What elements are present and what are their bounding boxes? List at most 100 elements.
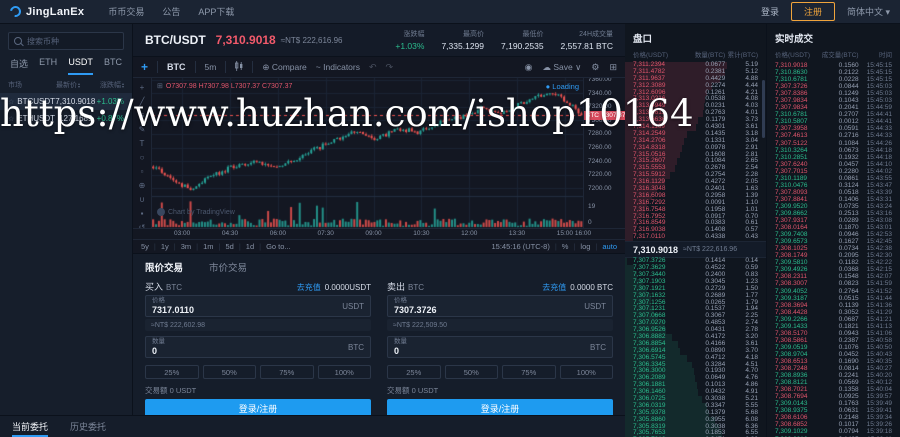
trade-time: 15:41:29 (859, 309, 892, 316)
percent-button-100%[interactable]: 100% (318, 365, 372, 379)
orderbook-mid-price: 7,310.9018 ≈NT$ 222,616.96 (625, 241, 766, 258)
market-tab-自选[interactable]: 自选 (10, 57, 28, 75)
trade-time: 15:43:01 (859, 224, 892, 231)
divider (225, 61, 226, 73)
text-icon[interactable]: T (140, 140, 145, 148)
buy-balance: 0.0000USDT (325, 283, 371, 292)
orders-tab-当前委托[interactable]: 当前委托 (12, 420, 48, 437)
measure-icon[interactable]: ▫ (141, 168, 144, 176)
market-pair-row[interactable]: ☆BTCUSDT7,310.9018+1.03% (0, 93, 132, 110)
time-axis[interactable]: 03:0004:3006:0007:3009:0010:3012:0013:30… (133, 229, 625, 240)
order-tab-市价交易[interactable]: 市价交易 (209, 260, 247, 274)
tradingview-logo-icon (157, 208, 165, 216)
redo-icon[interactable]: ↷ (386, 62, 394, 72)
nav-item-币币交易[interactable]: 币币交易 (108, 5, 144, 18)
sell-price-input[interactable]: 价格7307.3726 USDT (387, 295, 613, 317)
trade-price: 7,308.3007 (775, 280, 821, 287)
chart-settings-icon[interactable]: ⚙ (591, 62, 599, 72)
col-last-price[interactable]: 最新价▴▾ (56, 80, 100, 90)
trade-row: 7,309.65730.162715:42:45 (767, 238, 900, 245)
trade-price: 7,309.0519 (775, 344, 821, 351)
lock-icon[interactable]: ▪ (141, 210, 144, 218)
percent-button-25%[interactable]: 25% (145, 365, 199, 379)
candlestick-canvas[interactable] (152, 78, 583, 228)
range-1m[interactable]: 1m (203, 242, 213, 251)
register-button[interactable]: 注册 (791, 2, 835, 21)
shapes-icon[interactable]: ○ (140, 154, 145, 162)
order-tab-限价交易[interactable]: 限价交易 (145, 260, 183, 274)
save-button[interactable]: ☁ Save ∨ (543, 62, 582, 73)
log-scale-button[interactable]: log (580, 242, 590, 251)
trade-row: 7,308.68520.101715:39:26 (767, 421, 900, 428)
col-change[interactable]: 涨跌幅▴▾ (100, 80, 124, 90)
nav-item-公告[interactable]: 公告 (162, 5, 180, 18)
undo-icon[interactable]: ↶ (369, 62, 377, 72)
trendline-icon[interactable]: ╱ (140, 98, 145, 106)
language-selector[interactable]: 简体中文 ▾ (847, 5, 890, 18)
buy-price-input[interactable]: 价格7317.0110 USDT (145, 295, 371, 317)
trade-volume: 0.2387 (821, 337, 858, 344)
compare-button[interactable]: ⊕ Compare (262, 62, 306, 73)
fib-icon[interactable]: ≡ (140, 112, 145, 120)
orders-bottom-panel: 当前委托历史委托 时间类型价格 (0, 415, 625, 437)
favorite-star-icon[interactable]: ☆ (8, 98, 14, 106)
percent-scale-button[interactable]: % (562, 242, 569, 251)
interval-selector[interactable]: 5m (205, 62, 217, 72)
sell-amount-input[interactable]: 数量0 BTC (387, 336, 613, 358)
buy-percent-buttons: 25% 50%75% 100% (145, 365, 371, 379)
price-axis[interactable]: 7360.007340.007320.007300.007280.007260.… (583, 78, 625, 228)
buy-amount-input[interactable]: 数量0 BTC (145, 336, 371, 358)
range-1y[interactable]: 1y (161, 242, 169, 251)
market-pair-row[interactable]: ☆ETHUSDT127.1689+0.87% (0, 110, 132, 127)
candle-style-icon[interactable] (235, 61, 243, 73)
divider: | (196, 242, 198, 251)
brush-icon[interactable]: ✎ (139, 126, 146, 134)
sell-amount-label: 数量 (394, 338, 590, 346)
percent-button-75%[interactable]: 75% (502, 365, 556, 379)
chart-symbol[interactable]: BTC (167, 62, 186, 72)
buy-total: 交易额 0 USDT (145, 385, 371, 396)
indicators-button[interactable]: ~ Indicators (316, 62, 360, 72)
trade-volume: 0.3124 (821, 182, 858, 189)
nav-item-APP下载[interactable]: APP下载 (198, 5, 234, 18)
screenshot-icon[interactable]: ◉ (525, 62, 533, 72)
range-Go to...[interactable]: Go to... (266, 242, 291, 251)
tradingview-attribution[interactable]: Chart by TradingView (157, 208, 235, 216)
percent-button-100%[interactable]: 100% (560, 365, 614, 379)
percent-button-75%[interactable]: 75% (260, 365, 314, 379)
percent-button-50%[interactable]: 50% (445, 365, 499, 379)
fullscreen-icon[interactable]: ⊞ (609, 62, 617, 72)
orders-tab-历史委托[interactable]: 历史委托 (70, 420, 106, 437)
range-1d[interactable]: 1d (246, 242, 254, 251)
nav-right: 登录 注册 简体中文 ▾ (761, 2, 890, 21)
auto-scale-button[interactable]: auto (602, 242, 617, 251)
range-5y[interactable]: 5y (141, 242, 149, 251)
sell-recharge-link[interactable]: 去充值 (542, 282, 566, 293)
crosshair-icon[interactable]: + (140, 84, 145, 92)
trade-time: 15:42:30 (859, 252, 892, 259)
buy-recharge-link[interactable]: 去充值 (297, 282, 321, 293)
market-tab-ETH[interactable]: ETH (39, 57, 57, 75)
price-chart[interactable]: +╱≡✎T○▫⊕∪▪↺∨ ⊞O7307.98 H7307.98 L7307.37… (133, 78, 625, 229)
ask-row[interactable]: 7,317.01100.43380.43 (625, 234, 766, 241)
percent-button-25%[interactable]: 25% (387, 365, 441, 379)
legend-toggle-icon[interactable]: ⊞ (157, 83, 163, 90)
orderbook-scrollbar[interactable] (762, 80, 765, 138)
favorite-star-icon[interactable]: ☆ (8, 115, 14, 123)
depth-bar (625, 258, 627, 265)
trade-row: 7,310.04760.312415:43:47 (767, 182, 900, 189)
range-5d[interactable]: 5d (226, 242, 234, 251)
range-3m[interactable]: 3m (181, 242, 191, 251)
magnet-icon[interactable]: ∪ (139, 196, 145, 204)
trade-volume: 0.1406 (821, 196, 858, 203)
trade-price: 7,307.3726 (775, 83, 821, 90)
clock: 15:45:16 (UTC-8) (491, 242, 549, 251)
search-input[interactable]: 搜索币种 (8, 32, 124, 50)
trade-time: 15:45:15 (859, 76, 892, 83)
trade-price: 7,309.4052 (775, 288, 821, 295)
market-tab-USDT[interactable]: USDT (68, 57, 93, 75)
market-tab-BTC[interactable]: BTC (104, 57, 122, 75)
percent-button-50%[interactable]: 50% (203, 365, 257, 379)
login-link[interactable]: 登录 (761, 5, 779, 18)
zoom-icon[interactable]: ⊕ (139, 182, 146, 190)
